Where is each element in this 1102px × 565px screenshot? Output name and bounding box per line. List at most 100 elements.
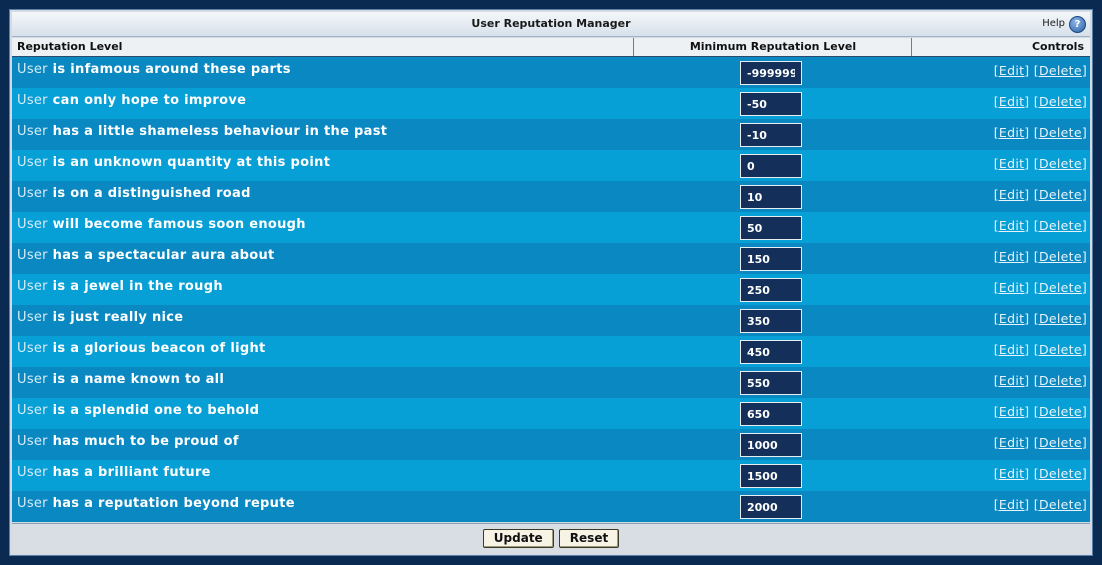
row-controls: [Edit] [Delete] bbox=[994, 435, 1087, 450]
column-header-reputation-level: Reputation Level bbox=[17, 40, 123, 53]
minimum-level-input[interactable] bbox=[740, 61, 802, 85]
edit-link[interactable]: [Edit] bbox=[994, 342, 1030, 357]
reputation-level-label: User has a spectacular aura about bbox=[17, 248, 275, 263]
table-row: User can only hope to improve [Edit] [Del… bbox=[12, 88, 1090, 119]
edit-link[interactable]: [Edit] bbox=[994, 125, 1030, 140]
table-row: User is just really nice [Edit] [Delete] bbox=[12, 305, 1090, 336]
minimum-level-input[interactable] bbox=[740, 216, 802, 240]
reputation-level-label: User is an unknown quantity at this poin… bbox=[17, 155, 330, 170]
panel-title: User Reputation Manager bbox=[471, 17, 631, 30]
reputation-text: is just really nice bbox=[52, 310, 184, 325]
reputation-text: is a glorious beacon of light bbox=[52, 341, 266, 356]
row-controls: [Edit] [Delete] bbox=[994, 156, 1087, 171]
row-controls: [Edit] [Delete] bbox=[994, 218, 1087, 233]
help-question-icon[interactable]: ? bbox=[1069, 15, 1086, 33]
minimum-level-input[interactable] bbox=[740, 433, 802, 457]
edit-link[interactable]: [Edit] bbox=[994, 187, 1030, 202]
edit-link[interactable]: [Edit] bbox=[994, 280, 1030, 295]
reputation-level-label: User is a splendid one to behold bbox=[17, 403, 259, 418]
minimum-level-input[interactable] bbox=[740, 123, 802, 147]
reset-button[interactable]: Reset bbox=[558, 529, 620, 548]
reputation-level-label: User has much to be proud of bbox=[17, 434, 239, 449]
row-controls: [Edit] [Delete] bbox=[994, 466, 1087, 481]
reputation-level-label: User is a glorious beacon of light bbox=[17, 341, 266, 356]
delete-link[interactable]: [Delete] bbox=[1034, 125, 1087, 140]
row-controls: [Edit] [Delete] bbox=[994, 249, 1087, 264]
table-row: User has much to be proud of [Edit] [Dele… bbox=[12, 429, 1090, 460]
table-row: User is an unknown quantity at this poin… bbox=[12, 150, 1090, 181]
table-row: User is a glorious beacon of light [Edit]… bbox=[12, 336, 1090, 367]
minimum-level-input[interactable] bbox=[740, 247, 802, 271]
reputation-level-label: User has a reputation beyond repute bbox=[17, 496, 295, 511]
minimum-level-input[interactable] bbox=[740, 154, 802, 178]
user-placeholder: User bbox=[17, 248, 48, 263]
edit-link[interactable]: [Edit] bbox=[994, 218, 1030, 233]
edit-link[interactable]: [Edit] bbox=[994, 497, 1030, 512]
table-row: User is a jewel in the rough [Edit] [Dele… bbox=[12, 274, 1090, 305]
row-controls: [Edit] [Delete] bbox=[994, 125, 1087, 140]
delete-link[interactable]: [Delete] bbox=[1034, 63, 1087, 78]
user-placeholder: User bbox=[17, 434, 48, 449]
delete-link[interactable]: [Delete] bbox=[1034, 156, 1087, 171]
minimum-level-input[interactable] bbox=[740, 185, 802, 209]
reputation-text: can only hope to improve bbox=[52, 93, 247, 108]
delete-link[interactable]: [Delete] bbox=[1034, 311, 1087, 326]
table-row: User will become famous soon enough [Edit… bbox=[12, 212, 1090, 243]
minimum-level-input[interactable] bbox=[740, 340, 802, 364]
minimum-level-input[interactable] bbox=[740, 402, 802, 426]
help-link[interactable]: Help ? bbox=[1042, 15, 1086, 33]
reputation-text: is a jewel in the rough bbox=[52, 279, 223, 294]
reputation-level-label: User will become famous soon enough bbox=[17, 217, 306, 232]
minimum-level-input[interactable] bbox=[740, 309, 802, 333]
delete-link[interactable]: [Delete] bbox=[1034, 373, 1087, 388]
table-row: User has a little shameless behaviour in… bbox=[12, 119, 1090, 150]
delete-link[interactable]: [Delete] bbox=[1034, 94, 1087, 109]
edit-link[interactable]: [Edit] bbox=[994, 249, 1030, 264]
edit-link[interactable]: [Edit] bbox=[994, 94, 1030, 109]
delete-link[interactable]: [Delete] bbox=[1034, 249, 1087, 264]
row-controls: [Edit] [Delete] bbox=[994, 404, 1087, 419]
edit-link[interactable]: [Edit] bbox=[994, 311, 1030, 326]
minimum-level-input[interactable] bbox=[740, 278, 802, 302]
delete-link[interactable]: [Delete] bbox=[1034, 187, 1087, 202]
reputation-text: has a brilliant future bbox=[52, 465, 211, 480]
user-placeholder: User bbox=[17, 93, 48, 108]
delete-link[interactable]: [Delete] bbox=[1034, 404, 1087, 419]
delete-link[interactable]: [Delete] bbox=[1034, 280, 1087, 295]
reputation-level-label: User is infamous around these parts bbox=[17, 62, 291, 77]
reputation-text: is on a distinguished road bbox=[52, 186, 251, 201]
row-controls: [Edit] [Delete] bbox=[994, 373, 1087, 388]
edit-link[interactable]: [Edit] bbox=[994, 466, 1030, 481]
delete-link[interactable]: [Delete] bbox=[1034, 342, 1087, 357]
table-row: User has a spectacular aura about [Edit] … bbox=[12, 243, 1090, 274]
delete-link[interactable]: [Delete] bbox=[1034, 497, 1087, 512]
reputation-level-label: User is on a distinguished road bbox=[17, 186, 251, 201]
row-controls: [Edit] [Delete] bbox=[994, 187, 1087, 202]
table-header: Reputation Level Minimum Reputation Leve… bbox=[12, 38, 1090, 57]
reputation-text: has much to be proud of bbox=[52, 434, 239, 449]
delete-link[interactable]: [Delete] bbox=[1034, 466, 1087, 481]
minimum-level-input[interactable] bbox=[740, 92, 802, 116]
user-placeholder: User bbox=[17, 62, 48, 77]
reputation-level-label: User is just really nice bbox=[17, 310, 183, 325]
update-button[interactable]: Update bbox=[482, 529, 554, 548]
reputation-text: is infamous around these parts bbox=[52, 62, 291, 77]
help-label: Help bbox=[1042, 18, 1065, 29]
delete-link[interactable]: [Delete] bbox=[1034, 218, 1087, 233]
user-placeholder: User bbox=[17, 465, 48, 480]
edit-link[interactable]: [Edit] bbox=[994, 63, 1030, 78]
row-controls: [Edit] [Delete] bbox=[994, 342, 1087, 357]
minimum-level-input[interactable] bbox=[740, 464, 802, 488]
edit-link[interactable]: [Edit] bbox=[994, 156, 1030, 171]
edit-link[interactable]: [Edit] bbox=[994, 404, 1030, 419]
column-header-minimum-level: Minimum Reputation Level bbox=[633, 38, 912, 56]
user-placeholder: User bbox=[17, 279, 48, 294]
edit-link[interactable]: [Edit] bbox=[994, 373, 1030, 388]
table-row: User is infamous around these parts [Edit… bbox=[12, 57, 1090, 88]
minimum-level-input[interactable] bbox=[740, 495, 802, 519]
reputation-level-label: User can only hope to improve bbox=[17, 93, 246, 108]
delete-link[interactable]: [Delete] bbox=[1034, 435, 1087, 450]
minimum-level-input[interactable] bbox=[740, 371, 802, 395]
edit-link[interactable]: [Edit] bbox=[994, 435, 1030, 450]
table-row: User is a name known to all [Edit] [Delet… bbox=[12, 367, 1090, 398]
